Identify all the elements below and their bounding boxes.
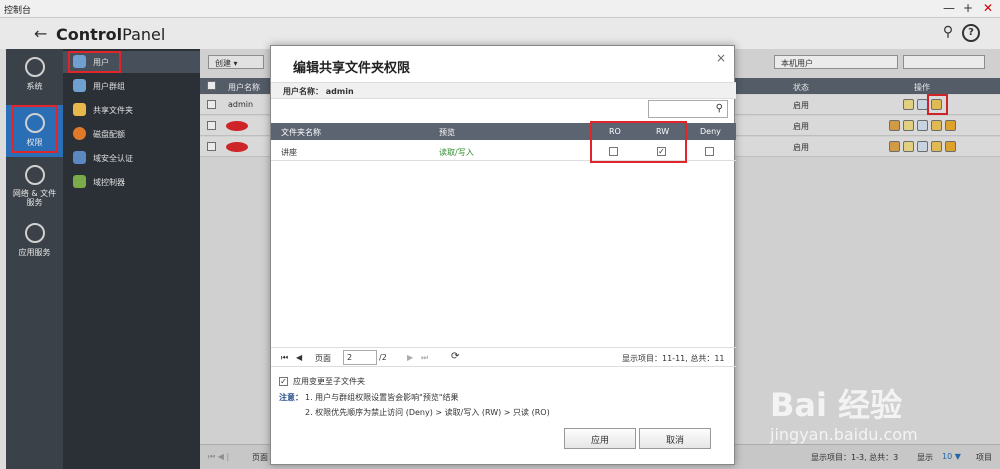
apply-subfolder-label: 应用变更至子文件夹	[293, 377, 365, 386]
display-count: 显示项目：11-11, 总共：11	[622, 354, 725, 363]
page-input[interactable]: 2	[343, 350, 377, 365]
highlight-privilege	[12, 105, 58, 153]
sidebar-item-label: 系统	[26, 82, 43, 91]
folder-name: 讲座	[281, 148, 297, 157]
dialog-pager: ⏮ ◀ 页面 2 /2 ▶ ⏭ ⟳ 显示项目：11-11, 总共：11	[271, 347, 736, 367]
watermark-logo: Bai 经验	[770, 386, 903, 424]
highlight-users	[68, 51, 121, 73]
group-icon	[73, 79, 86, 92]
note-label: 注意：	[279, 393, 303, 402]
folder-icon	[73, 103, 86, 116]
subnav-item-label: 域控制器	[93, 178, 125, 187]
sub-navigation: 用户 用户群组 共享文件夹 磁盘配额 域安全认证 域控制器	[63, 49, 200, 469]
gear-icon	[24, 57, 45, 77]
preview-value: 读取/写入	[439, 148, 474, 157]
maximize-button[interactable]: +	[961, 1, 975, 15]
app-title: ControlPanel	[56, 25, 166, 44]
subnav-item-domain-auth[interactable]: 域安全认证	[63, 147, 200, 169]
dialog-search-input[interactable]: ⚲	[648, 100, 728, 118]
refresh-icon[interactable]: ⟳	[451, 351, 459, 362]
subnav-item-groups[interactable]: 用户群组	[63, 75, 200, 97]
back-arrow-icon[interactable]: ←	[34, 24, 47, 43]
permission-dialog: 编辑共享文件夹权限 × 用户名称： admin ⚲ 文件夹名称 预览 RO RW…	[270, 45, 736, 465]
watermark-url: jingyan.baidu.com	[770, 425, 918, 444]
page-total: /2	[379, 353, 387, 362]
note-line-2: 2. 权限优先顺序为禁止访问 (Deny) > 读取/写入 (RW) > 只读 …	[305, 408, 550, 417]
prev-page-icon[interactable]: ◀	[296, 353, 302, 362]
next-page-icon[interactable]: ▶	[407, 353, 413, 362]
minimize-button[interactable]: —	[942, 1, 956, 15]
subnav-item-label: 域安全认证	[93, 154, 133, 163]
sidebar-item-label: 应用服务	[18, 248, 51, 257]
window-titlebar: 控制台 — + ✕	[0, 0, 1000, 18]
subnav-item-label: 用户群组	[93, 82, 125, 91]
page-label: 页面	[315, 354, 331, 363]
search-icon[interactable]: ⚲	[939, 24, 957, 42]
subnav-item-shared-folders[interactable]: 共享文件夹	[63, 99, 200, 121]
dialog-title: 编辑共享文件夹权限	[293, 61, 411, 76]
sidebar-item-system[interactable]: 系统	[6, 49, 63, 105]
highlight-ro-rw	[590, 121, 687, 163]
window-title: 控制台	[4, 6, 32, 16]
sidebar-item-label: 网络 & 文件服务	[12, 189, 57, 207]
apps-icon	[24, 223, 45, 243]
category-sidebar: 系统 权限 网络 & 文件服务 应用服务	[6, 49, 63, 469]
close-window-button[interactable]: ✕	[981, 1, 995, 15]
subnav-item-label: 磁盘配额	[93, 130, 125, 139]
dialog-user-label: 用户名称： admin	[271, 82, 736, 99]
close-icon[interactable]: ×	[716, 51, 726, 65]
column-folder: 文件夹名称	[281, 128, 321, 137]
network-icon	[73, 175, 86, 188]
pie-chart-icon	[73, 127, 86, 140]
subnav-item-label: 共享文件夹	[93, 106, 133, 115]
domain-icon	[73, 151, 86, 164]
apply-subfolder-checkbox[interactable]: ✓	[279, 377, 288, 386]
help-icon[interactable]: ?	[962, 24, 980, 42]
sidebar-item-apps[interactable]: 应用服务	[6, 215, 63, 271]
globe-icon	[24, 165, 45, 185]
subnav-item-quota[interactable]: 磁盘配额	[63, 123, 200, 145]
cancel-button[interactable]: 取消	[639, 428, 711, 449]
column-deny: Deny	[700, 127, 721, 136]
last-page-icon[interactable]: ⏭	[421, 353, 428, 363]
apply-button[interactable]: 应用	[564, 428, 636, 449]
first-page-icon[interactable]: ⏮	[281, 353, 288, 363]
deny-checkbox[interactable]	[705, 147, 714, 156]
subnav-item-domain-controller[interactable]: 域控制器	[63, 171, 200, 193]
sidebar-item-network[interactable]: 网络 & 文件服务	[6, 157, 63, 215]
column-preview: 预览	[439, 128, 455, 137]
search-icon: ⚲	[715, 103, 723, 114]
note-line-1: 1. 用户与群组权限设置皆会影响"预览"结果	[305, 393, 459, 402]
